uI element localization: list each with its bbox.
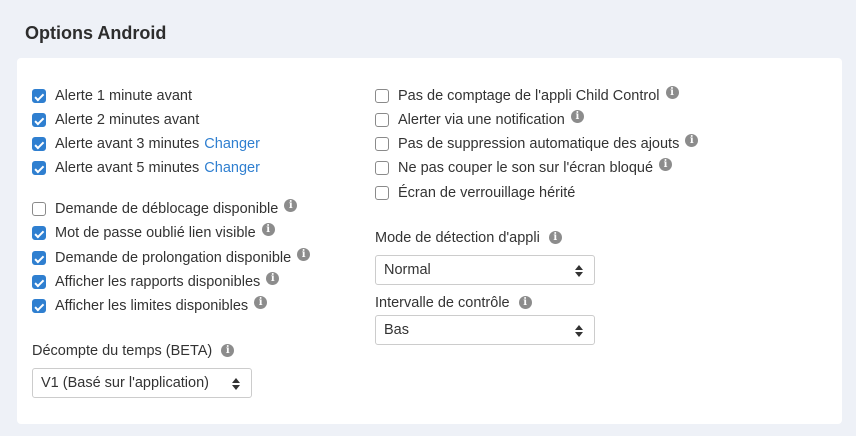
alert-via-notification-checkbox[interactable] (375, 113, 389, 127)
no-auto-delete-option[interactable]: Pas de suppression automatique des ajout… (375, 133, 699, 155)
legacy-lock-screen-option[interactable]: Écran de verrouillage hérité (375, 182, 575, 204)
no-count-child-control-option[interactable]: Pas de comptage de l'appli Child Control… (375, 85, 679, 107)
legacy-lock-screen-checkbox[interactable] (375, 186, 389, 200)
select-caret-icon (575, 265, 583, 277)
alert-3-minutes-label: Alerte avant 3 minutes (55, 136, 200, 152)
alert-3-minutes-option[interactable]: Alerte avant 3 minutes Changer (32, 133, 260, 155)
no-mute-locked-screen-checkbox[interactable] (375, 161, 389, 175)
show-limits-label: Afficher les limites disponibles (55, 298, 249, 314)
check-interval-label-row: Intervalle de contrôle i (375, 293, 532, 313)
show-reports-option[interactable]: Afficher les rapports disponibles i (32, 271, 280, 293)
show-limits-checkbox[interactable] (32, 299, 46, 313)
detection-mode-label: Mode de détection d'appli (375, 230, 540, 246)
show-limits-option[interactable]: Afficher les limites disponibles i (32, 295, 268, 317)
info-icon[interactable]: i (284, 198, 298, 212)
alert-5-minutes-checkbox[interactable] (32, 161, 46, 175)
info-icon[interactable]: i (548, 230, 562, 244)
no-auto-delete-checkbox[interactable] (375, 137, 389, 151)
forgot-password-checkbox[interactable] (32, 226, 46, 240)
section-title: Options Android (25, 23, 167, 43)
extension-request-checkbox[interactable] (32, 251, 46, 265)
info-icon[interactable]: i (221, 343, 235, 357)
alert-5-minutes-label: Alerte avant 5 minutes (55, 160, 200, 176)
unlock-request-checkbox[interactable] (32, 202, 46, 216)
info-icon[interactable]: i (266, 271, 280, 285)
countdown-select[interactable]: V1 (Basé sur l'application) (32, 368, 252, 398)
info-icon[interactable]: i (518, 295, 532, 309)
check-interval-select[interactable]: Bas (375, 315, 595, 345)
options-panel: Alerte 1 minute avant Alerte 2 minutes a… (17, 58, 842, 424)
info-icon[interactable]: i (570, 109, 584, 123)
detection-mode-selected-value: Normal (384, 262, 431, 278)
unlock-request-label: Demande de déblocage disponible (55, 201, 279, 217)
info-icon[interactable]: i (261, 222, 275, 236)
alert-5-minutes-option[interactable]: Alerte avant 5 minutes Changer (32, 157, 260, 179)
alert-2-minutes-option[interactable]: Alerte 2 minutes avant (32, 109, 199, 131)
change-alert-5-minutes-link[interactable]: Changer (204, 160, 260, 176)
info-icon[interactable]: i (254, 295, 268, 309)
change-alert-3-minutes-link[interactable]: Changer (204, 136, 260, 152)
no-auto-delete-label: Pas de suppression automatique des ajout… (398, 136, 680, 152)
countdown-selected-value: V1 (Basé sur l'application) (41, 375, 209, 391)
detection-mode-select[interactable]: Normal (375, 255, 595, 285)
extension-request-label: Demande de prolongation disponible (55, 250, 292, 266)
alert-2-minutes-checkbox[interactable] (32, 113, 46, 127)
countdown-label-row: Décompte du temps (BETA) i (32, 341, 235, 361)
forgot-password-label: Mot de passe oublié lien visible (55, 225, 256, 241)
no-mute-locked-screen-option[interactable]: Ne pas couper le son sur l'écran bloqué … (375, 157, 673, 179)
alert-via-notification-label: Alerter via une notification (398, 112, 565, 128)
info-icon[interactable]: i (297, 247, 311, 261)
check-interval-label: Intervalle de contrôle (375, 295, 510, 311)
forgot-password-option[interactable]: Mot de passe oublié lien visible i (32, 222, 275, 244)
info-icon[interactable]: i (685, 133, 699, 147)
show-reports-checkbox[interactable] (32, 275, 46, 289)
countdown-label: Décompte du temps (BETA) (32, 343, 213, 359)
no-count-child-control-label: Pas de comptage de l'appli Child Control (398, 88, 660, 104)
select-caret-icon (232, 378, 240, 390)
alert-via-notification-option[interactable]: Alerter via une notification i (375, 109, 584, 131)
alert-1-minute-option[interactable]: Alerte 1 minute avant (32, 85, 192, 107)
alert-1-minute-checkbox[interactable] (32, 89, 46, 103)
select-caret-icon (575, 325, 583, 337)
alert-3-minutes-checkbox[interactable] (32, 137, 46, 151)
no-count-child-control-checkbox[interactable] (375, 89, 389, 103)
detection-mode-label-row: Mode de détection d'appli i (375, 228, 562, 248)
info-icon[interactable]: i (659, 157, 673, 171)
legacy-lock-screen-label: Écran de verrouillage hérité (398, 185, 576, 201)
no-mute-locked-screen-label: Ne pas couper le son sur l'écran bloqué (398, 160, 654, 176)
alert-1-minute-label: Alerte 1 minute avant (55, 88, 193, 104)
info-icon[interactable]: i (665, 85, 679, 99)
unlock-request-option[interactable]: Demande de déblocage disponible i (32, 198, 298, 220)
show-reports-label: Afficher les rapports disponibles (55, 274, 261, 290)
check-interval-selected-value: Bas (384, 322, 409, 338)
alert-2-minutes-label: Alerte 2 minutes avant (55, 112, 200, 128)
extension-request-option[interactable]: Demande de prolongation disponible i (32, 247, 311, 269)
